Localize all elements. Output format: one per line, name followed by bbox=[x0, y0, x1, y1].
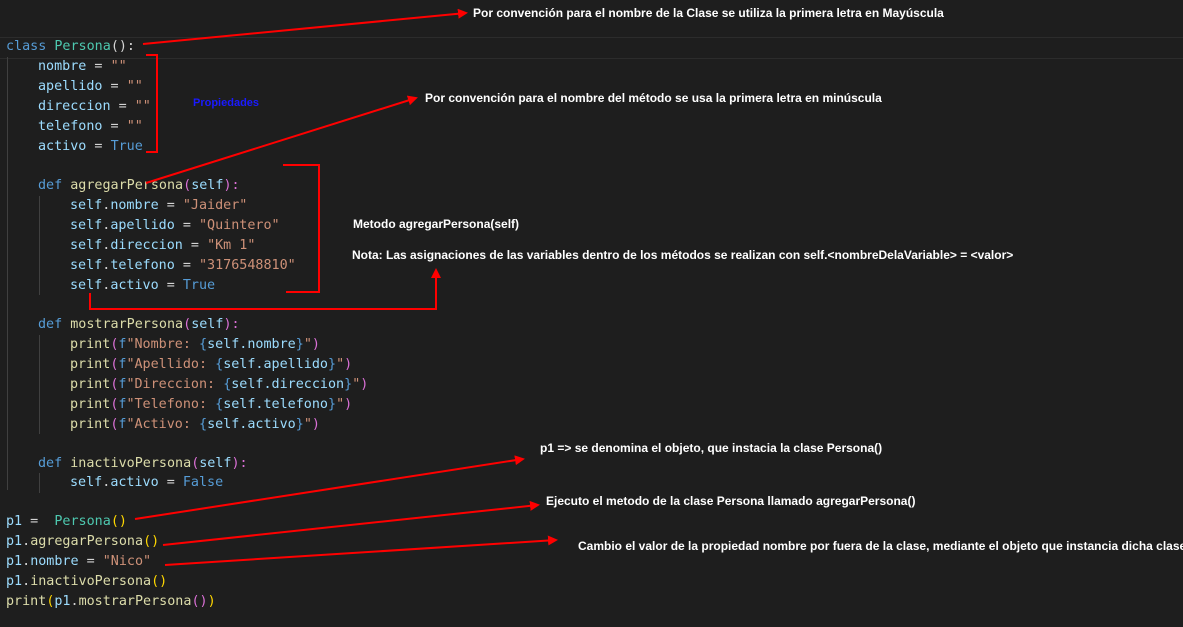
annotation-metodo-nombre: Metodo agregarPersona(self) bbox=[353, 217, 520, 231]
annotation-ejecuto: Ejecuto el metodo de la clase Persona ll… bbox=[546, 494, 916, 508]
annotation-clase: Por convención para el nombre de la Clas… bbox=[473, 6, 944, 20]
arrow-metodo-conv bbox=[145, 95, 418, 184]
annotation-objeto: p1 => se denomina el objeto, que instaci… bbox=[540, 441, 883, 455]
arrow-clase bbox=[142, 8, 468, 45]
arrow-nota bbox=[89, 268, 441, 310]
arrow-ejecuto bbox=[162, 500, 540, 546]
annotation-cambio: Cambio el valor de la propiedad nombre p… bbox=[578, 539, 1183, 553]
bracket-propiedades bbox=[146, 54, 158, 153]
arrow-objeto bbox=[134, 455, 525, 520]
arrow-cambio bbox=[164, 535, 558, 566]
annotation-nota: Nota: Las asignaciones de las variables … bbox=[352, 248, 1014, 262]
bracket-agregar bbox=[283, 164, 320, 293]
propiedades-label: Propiedades bbox=[193, 97, 260, 109]
annotation-metodo-conv: Por convención para el nombre del método… bbox=[425, 91, 882, 105]
